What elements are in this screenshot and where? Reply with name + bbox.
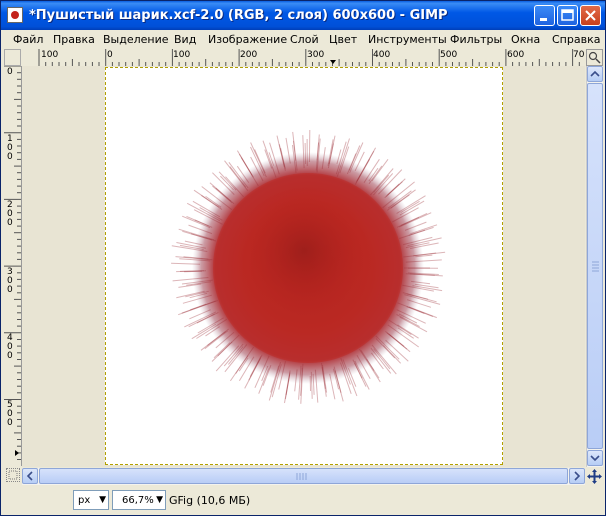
canvas-area[interactable] bbox=[22, 66, 585, 467]
horizontal-scroll-thumb[interactable] bbox=[39, 468, 568, 484]
gimp-image-window: *Пушистый шарик.xcf-2.0 (RGB, 2 слоя) 60… bbox=[0, 0, 606, 516]
vertical-scrollbar[interactable] bbox=[586, 66, 603, 467]
zoom-value: 66,7% bbox=[122, 495, 154, 506]
hruler-label: 70 bbox=[573, 50, 585, 60]
quick-mask-icon bbox=[8, 470, 18, 480]
grip-icon bbox=[592, 261, 599, 272]
chevron-down-icon: ▼ bbox=[99, 495, 106, 505]
scroll-right-button[interactable] bbox=[569, 468, 585, 484]
horizontal-scrollbar[interactable] bbox=[22, 468, 585, 485]
window-title: *Пушистый шарик.xcf-2.0 (RGB, 2 слоя) 60… bbox=[29, 8, 448, 23]
status-message: GFig (10,6 МБ) bbox=[169, 494, 251, 507]
chevron-down-icon: ▼ bbox=[156, 495, 163, 505]
gimp-icon[interactable] bbox=[7, 7, 23, 23]
scroll-up-button[interactable] bbox=[587, 66, 603, 82]
title-bar[interactable]: *Пушистый шарик.xcf-2.0 (RGB, 2 слоя) 60… bbox=[1, 1, 605, 30]
menu-tools[interactable]: Инструменты bbox=[368, 33, 447, 46]
menu-select[interactable]: Выделение bbox=[103, 33, 169, 46]
scroll-down-button[interactable] bbox=[587, 450, 603, 466]
hruler-label: 400 bbox=[373, 50, 391, 60]
minimize-icon bbox=[540, 18, 547, 21]
vruler-label: 400 bbox=[7, 333, 13, 361]
menu-windows[interactable]: Окна bbox=[511, 33, 540, 46]
fur-strand bbox=[304, 142, 307, 165]
unit-value: px bbox=[78, 495, 91, 506]
fluffy-ball-image bbox=[171, 129, 446, 404]
arrow-right-icon bbox=[574, 471, 581, 481]
maximize-icon bbox=[561, 9, 574, 21]
zoom-fit-button[interactable] bbox=[586, 49, 603, 66]
close-button[interactable] bbox=[580, 5, 601, 26]
hruler-label: 100 bbox=[41, 50, 59, 60]
vertical-ruler[interactable]: 0 100 200 300 400 500 bbox=[4, 66, 22, 466]
menu-layer[interactable]: Слой bbox=[290, 33, 319, 46]
hruler-label: 200 bbox=[240, 50, 258, 60]
maximize-button[interactable] bbox=[557, 5, 578, 26]
menu-file[interactable]: Файл bbox=[13, 33, 43, 46]
vruler-label: 200 bbox=[7, 200, 13, 228]
zoom-select[interactable]: 66,7% ▼ bbox=[112, 490, 166, 510]
zoom-icon bbox=[588, 51, 601, 64]
navigate-button[interactable] bbox=[586, 468, 603, 485]
navigate-icon bbox=[587, 469, 602, 484]
arrow-down-icon bbox=[590, 455, 600, 462]
hruler-label: 300 bbox=[307, 50, 325, 60]
menu-help[interactable]: Справка bbox=[552, 33, 600, 46]
close-icon bbox=[585, 10, 596, 21]
vertical-scroll-thumb[interactable] bbox=[587, 83, 603, 449]
minimize-button[interactable] bbox=[534, 5, 555, 26]
fur-strand bbox=[184, 270, 203, 273]
menu-filters[interactable]: Фильтры bbox=[450, 33, 502, 46]
menu-view[interactable]: Вид bbox=[174, 33, 196, 46]
hruler-label: 100 bbox=[173, 50, 191, 60]
hruler-label: 600 bbox=[507, 50, 525, 60]
vruler-label: 0 bbox=[7, 67, 13, 77]
menu-image[interactable]: Изображение bbox=[208, 33, 287, 46]
vruler-label: 300 bbox=[7, 267, 13, 295]
menu-colors[interactable]: Цвет bbox=[329, 33, 357, 46]
horizontal-ruler-ticks bbox=[38, 49, 580, 66]
grip-icon bbox=[296, 473, 307, 480]
arrow-up-icon bbox=[590, 70, 600, 77]
quick-mask-button[interactable] bbox=[6, 468, 20, 482]
menu-edit[interactable]: Правка bbox=[53, 33, 95, 46]
vruler-label: 500 bbox=[7, 400, 13, 428]
scroll-left-button[interactable] bbox=[22, 468, 38, 484]
vruler-label: 100 bbox=[7, 134, 13, 162]
ruler-corner[interactable] bbox=[4, 49, 21, 66]
menu-bar: Файл Правка Выделение Вид Изображение Сл… bbox=[1, 30, 605, 49]
unit-select[interactable]: px ▼ bbox=[73, 490, 109, 510]
image-canvas[interactable] bbox=[105, 67, 503, 465]
arrow-left-icon bbox=[26, 471, 33, 481]
hruler-label: 0 bbox=[107, 50, 113, 60]
horizontal-ruler[interactable]: 100 0 100 200 300 400 500 600 70 bbox=[21, 49, 585, 67]
hruler-label: 500 bbox=[440, 50, 458, 60]
status-bar: px ▼ 66,7% ▼ GFig (10,6 МБ) bbox=[1, 487, 605, 515]
